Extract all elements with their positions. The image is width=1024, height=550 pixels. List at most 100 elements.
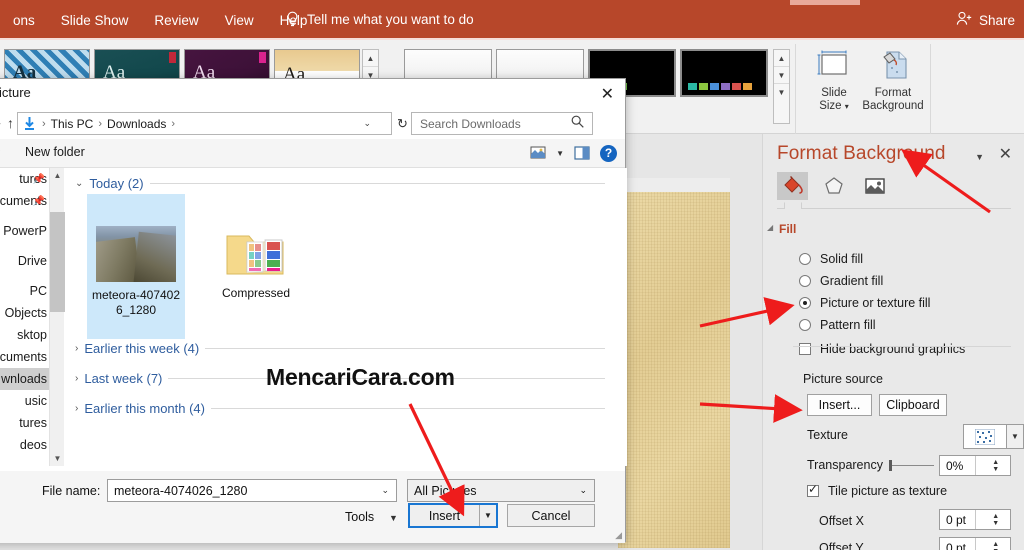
radio-gradient-fill[interactable]: Gradient fill [799, 274, 883, 288]
variant-thumb-black-2[interactable] [680, 49, 768, 97]
tab-ons[interactable]: ons [0, 11, 48, 30]
radio-icon[interactable] [799, 297, 811, 309]
scroll-up-icon[interactable]: ▲ [363, 50, 378, 67]
picture-icon[interactable] [859, 172, 890, 200]
file-name-input[interactable]: meteora-4074026_1280 ⌄ [107, 479, 397, 502]
checkbox-icon[interactable] [807, 482, 819, 497]
radio-icon[interactable] [799, 319, 811, 331]
tell-me-box[interactable]: Tell me what you want to do [286, 11, 474, 28]
arrow-up-icon[interactable]: ↑ [7, 115, 14, 131]
resize-grip-icon[interactable]: ◢ [615, 530, 622, 541]
search-input[interactable]: Search Downloads [412, 117, 571, 131]
sidebar-item-pictures-quick[interactable]: tures 📌 [0, 168, 49, 190]
spinner-arrows-icon[interactable]: ▲▼ [974, 510, 1011, 529]
share-button[interactable]: Share [956, 11, 1015, 29]
chevron-down-icon[interactable]: ⌄ [363, 118, 371, 129]
insert-button[interactable]: Insert ▼ [408, 503, 498, 528]
chevron-up-icon[interactable]: ▲ [50, 168, 65, 183]
panel-tab-icons[interactable] [777, 172, 890, 200]
chevron-down-icon[interactable]: ⌄ [381, 485, 389, 496]
chevron-right-icon[interactable]: › [75, 403, 78, 414]
close-icon[interactable]: ✕ [601, 84, 614, 104]
sidebar-item-downloads[interactable]: wnloads [0, 368, 49, 390]
cancel-button[interactable]: Cancel [507, 504, 595, 527]
dialog-titlebar: icture ✕ [0, 79, 625, 109]
download-arrow-icon [23, 116, 36, 131]
help-button[interactable]: ? [600, 144, 617, 162]
insert-picture-button[interactable]: Insert... [807, 394, 872, 416]
group-header-earlier-this-month[interactable]: › Earlier this month (4) [75, 401, 605, 416]
chevron-down-icon[interactable]: ⌄ [579, 485, 594, 496]
more-variants-icon[interactable]: ▼ [774, 84, 789, 101]
checkbox-tile-picture-as-texture[interactable]: Tile picture as texture [807, 482, 947, 498]
spinner-arrows-icon[interactable]: ▲▼ [974, 456, 1011, 475]
sidebar-scrollbar[interactable]: ▲ ▼ [49, 168, 65, 466]
clipboard-button[interactable]: Clipboard [879, 394, 947, 416]
offset-y-spinner[interactable]: 0 pt ▲▼ [939, 537, 1011, 550]
radio-picture-or-texture-fill[interactable]: Picture or texture fill [799, 296, 930, 310]
group-header-earlier-this-week[interactable]: › Earlier this week (4) [75, 341, 605, 356]
effects-pentagon-icon[interactable] [818, 172, 849, 200]
breadcrumb-this-pc[interactable]: This PC [49, 117, 96, 131]
chevron-right-icon[interactable]: › [75, 373, 78, 384]
fill-bucket-icon[interactable] [777, 172, 808, 200]
slide-size-button[interactable]: Slide Size ▾ [806, 48, 862, 113]
transparency-slider-knob[interactable] [889, 460, 892, 471]
texture-swatch-icon[interactable] [963, 424, 1007, 449]
preview-pane-icon[interactable] [573, 144, 591, 162]
sidebar-item-documents-quick[interactable]: cuments 📌 [0, 190, 49, 212]
texture-dropdown-icon[interactable]: ▼ [1007, 424, 1024, 449]
file-item-meteora[interactable]: meteora-4074026_1280 [87, 194, 185, 339]
offset-x-spinner[interactable]: 0 pt ▲ ▼ [939, 509, 1011, 530]
radio-solid-fill[interactable]: Solid fill [799, 252, 863, 266]
transparency-slider-track[interactable] [891, 465, 934, 466]
new-folder-button[interactable]: New folder [25, 145, 85, 159]
chevron-down-icon[interactable]: ▼ [50, 451, 65, 466]
chevron-right-icon[interactable]: › [75, 343, 78, 354]
sidebar-item-music[interactable]: usic [0, 390, 49, 412]
checkbox-icon[interactable] [799, 343, 811, 355]
group-header-today[interactable]: ⌄ Today (2) [75, 176, 605, 191]
fill-section-header[interactable]: Fill [779, 222, 796, 236]
radio-pattern-fill[interactable]: Pattern fill [799, 318, 876, 332]
radio-icon[interactable] [799, 253, 811, 265]
slide-canvas-textured[interactable] [618, 192, 730, 548]
back-icon[interactable]: ⌄ [0, 115, 3, 129]
search-box[interactable]: Search Downloads [411, 112, 593, 135]
close-icon[interactable]: ✕ [999, 144, 1012, 164]
insert-dropdown-icon[interactable]: ▼ [479, 505, 496, 526]
view-mode-icon[interactable] [529, 144, 547, 162]
view-mode-dropdown-icon[interactable]: ▼ [556, 149, 564, 158]
tab-review[interactable]: Review [141, 11, 211, 30]
sidebar-item-onedrive[interactable]: Drive [0, 250, 49, 272]
sidebar-item-pictures[interactable]: tures [0, 412, 49, 434]
sidebar-item-videos[interactable]: deos [0, 434, 49, 456]
scroll-down-icon[interactable]: ▼ [774, 67, 789, 84]
breadcrumb-downloads[interactable]: Downloads [105, 117, 168, 131]
spinner-arrows-icon[interactable]: ▲▼ [974, 538, 1011, 550]
sidebar-item-documents[interactable]: cuments [0, 346, 49, 368]
tools-button[interactable]: Tools [345, 510, 374, 524]
checkbox-hide-background-graphics[interactable]: Hide background graphics [799, 342, 965, 356]
tab-view[interactable]: View [212, 11, 267, 30]
sidebar-item-3d-objects[interactable]: Objects [0, 302, 49, 324]
variants-gallery-scrollbar[interactable]: ▲ ▼ ▼ [773, 49, 790, 124]
radio-icon[interactable] [799, 275, 811, 287]
scrollbar-thumb[interactable] [50, 212, 65, 312]
organize-dropdown-icon[interactable]: ▼ [0, 148, 2, 158]
chevron-down-icon[interactable]: ⌄ [75, 178, 83, 189]
sidebar-item-this-pc[interactable]: PC [0, 280, 49, 302]
chevron-down-icon[interactable]: ▼ [975, 152, 984, 162]
tab-slide-show[interactable]: Slide Show [48, 11, 142, 30]
file-type-filter[interactable]: All Pictures ⌄ [407, 479, 595, 502]
tools-dropdown-icon[interactable]: ▼ [389, 513, 398, 523]
address-bar[interactable]: › This PC › Downloads › ⌄ [17, 112, 392, 135]
refresh-icon[interactable]: ↻ [397, 116, 408, 132]
transparency-spinner[interactable]: 0% ▲ ▼ [939, 455, 1011, 476]
file-item-compressed-folder[interactable]: Compressed [207, 194, 305, 339]
sidebar-item-desktop[interactable]: sktop [0, 324, 49, 346]
scroll-up-icon[interactable]: ▲ [774, 50, 789, 67]
sidebar-item-microsoft-powerpoint[interactable]: osoft PowerP [0, 220, 49, 242]
collapse-triangle-icon[interactable]: ◢ [767, 223, 773, 232]
format-background-button[interactable]: Format Background [856, 48, 930, 113]
